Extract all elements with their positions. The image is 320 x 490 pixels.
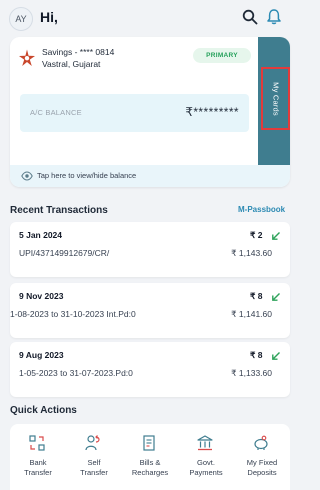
transaction-balance: ₹ 1,143.60 xyxy=(231,248,272,258)
transaction-date: 9 Aug 2023 xyxy=(19,350,64,360)
avatar[interactable]: AY xyxy=(9,7,33,31)
transaction-amount: ₹ 8 xyxy=(250,350,263,360)
greeting: Hi, xyxy=(40,9,58,25)
govt-payments-icon xyxy=(197,435,213,451)
quick-action-bills-recharges[interactable]: Bills & Recharges xyxy=(122,424,178,490)
bank-transfer-icon xyxy=(29,435,45,451)
transaction-card[interactable]: 9 Aug 2023 1-05-2023 to 31-07-2023.Pd:0 … xyxy=(10,342,290,397)
credit-arrow-icon xyxy=(272,232,280,240)
fixed-deposits-icon xyxy=(254,435,268,450)
search-icon[interactable] xyxy=(242,9,258,25)
self-transfer-icon xyxy=(85,435,100,451)
transaction-description: UPI/437149912679/CR/ xyxy=(19,248,110,258)
quick-action-bank-transfer[interactable]: Bank Transfer xyxy=(10,424,66,490)
transaction-card[interactable]: 5 Jan 2024 UPI/437149912679/CR/ ₹ 2 ₹ 1,… xyxy=(10,222,290,277)
account-type: Savings - **** 0814 xyxy=(42,47,115,57)
recent-transactions-title: Recent Transactions xyxy=(10,205,108,216)
top-bar: AY Hi, xyxy=(0,0,300,36)
transaction-description: 1-05-2023 to 31-07-2023.Pd:0 xyxy=(19,368,133,378)
my-cards-label: My Cards xyxy=(271,81,280,116)
balance-toggle[interactable]: Tap here to view/hide balance xyxy=(10,165,290,187)
account-card: Savings - **** 0814 Vastral, Gujarat PRI… xyxy=(10,37,290,187)
bills-icon xyxy=(143,435,155,451)
bell-icon[interactable] xyxy=(266,8,282,26)
transaction-balance: ₹ 1,141.60 xyxy=(231,309,272,319)
transaction-card[interactable]: 9 Nov 2023 1-08-2023 to 31-10-2023 Int.P… xyxy=(10,283,290,338)
quick-action-label: Self Transfer xyxy=(80,458,108,477)
account-branch: Vastral, Gujarat xyxy=(42,59,101,69)
balance-value: ₹********* xyxy=(185,105,239,119)
quick-action-fixed-deposits[interactable]: My Fixed Deposits xyxy=(234,424,290,490)
eye-icon xyxy=(21,171,33,181)
quick-action-self-transfer[interactable]: Self Transfer xyxy=(66,424,122,490)
quick-action-label: Govt. Payments xyxy=(189,458,223,477)
quick-actions-panel: Bank Transfer Self Transfer Bills & Recharg… xyxy=(10,424,290,490)
m-passbook-link[interactable]: M-Passbook xyxy=(238,205,285,214)
balance-box: A/C BALANCE ₹********* xyxy=(20,94,249,132)
balance-label: A/C BALANCE xyxy=(30,108,82,117)
credit-arrow-icon xyxy=(272,293,280,301)
primary-badge: PRIMARY xyxy=(193,48,251,63)
transaction-amount: ₹ 8 xyxy=(250,291,263,301)
quick-action-label: Bank Transfer xyxy=(24,458,52,477)
bank-logo-icon xyxy=(19,49,35,66)
quick-action-govt-payments[interactable]: Govt. Payments xyxy=(178,424,234,490)
credit-arrow-icon xyxy=(272,352,280,360)
quick-action-label: Bills & Recharges xyxy=(131,458,169,477)
quick-actions-title: Quick Actions xyxy=(10,405,77,416)
transaction-description: 1-08-2023 to 31-10-2023 Int.Pd:0 xyxy=(10,309,136,319)
transaction-date: 5 Jan 2024 xyxy=(19,230,63,240)
balance-toggle-text: Tap here to view/hide balance xyxy=(37,171,137,180)
quick-action-label: My Fixed Deposits xyxy=(246,458,278,477)
account-summary[interactable]: Savings - **** 0814 Vastral, Gujarat PRI… xyxy=(10,37,258,165)
transaction-date: 9 Nov 2023 xyxy=(19,291,64,301)
my-cards-button[interactable]: My Cards xyxy=(261,67,290,130)
transaction-amount: ₹ 2 xyxy=(250,230,263,240)
transaction-balance: ₹ 1,133.60 xyxy=(231,368,272,378)
